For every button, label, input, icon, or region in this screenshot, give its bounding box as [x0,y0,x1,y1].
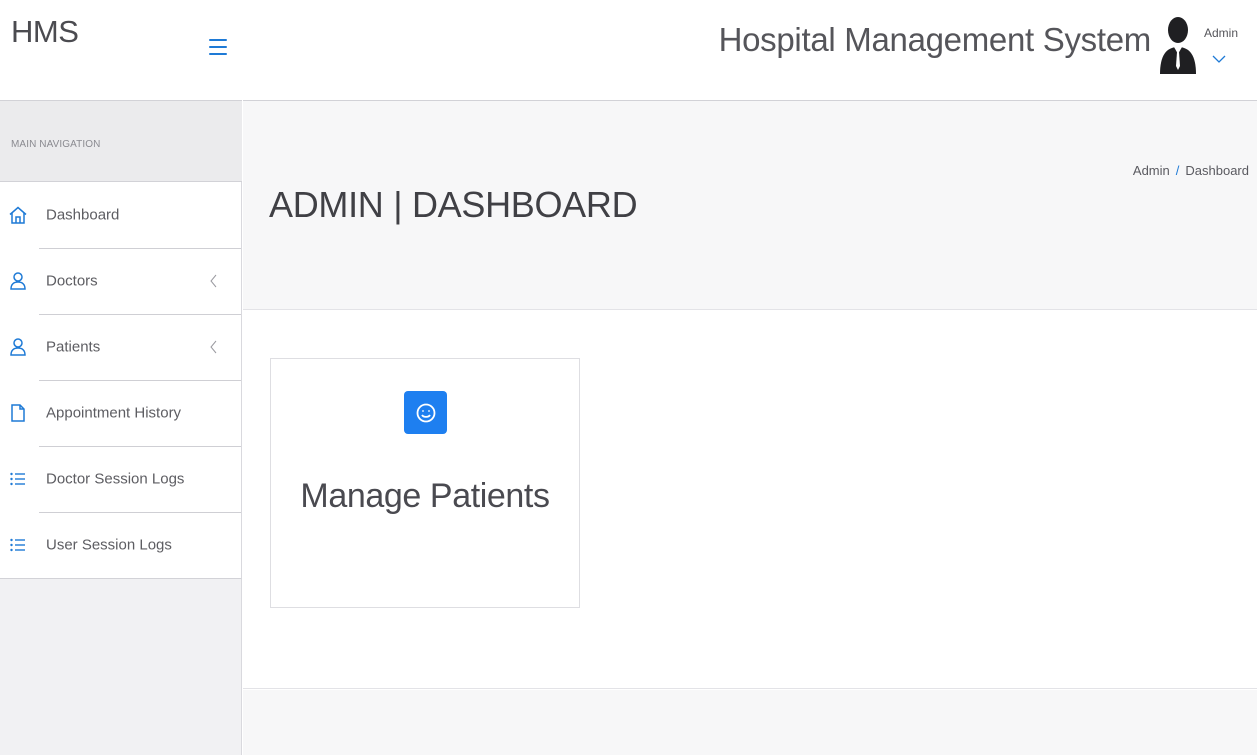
sidebar-item-label: Dashboard [46,206,120,224]
sidebar-item-label: Doctors [46,272,98,290]
sidebar-item-appointment-history[interactable]: Appointment History [0,380,241,446]
chevron-left-icon[interactable] [208,273,220,289]
breadcrumb-item-admin[interactable]: Admin [1133,163,1170,178]
nav-section-header-label: MAIN NAVIGATION [11,139,101,150]
sidebar-item-doctor-session-logs[interactable]: Doctor Session Logs [0,446,241,512]
sidebar-item-label: Patients [46,338,101,356]
brand-name[interactable]: HMS [11,14,79,50]
menu-toggle-icon[interactable] [208,37,228,57]
brand-bar: HMS [0,0,242,101]
sidebar-item-label: Appointment History [46,404,182,422]
user-icon [8,337,28,357]
chevron-down-icon[interactable] [1212,51,1226,63]
list-icon [8,535,28,555]
card-title: Manage Patients [300,477,550,515]
sidebar-item-dashboard[interactable]: Dashboard [0,182,241,248]
manage-patients-card[interactable]: Manage Patients [270,358,580,608]
user-name[interactable]: Admin [1204,26,1238,40]
chevron-left-icon[interactable] [208,339,220,355]
breadcrumb-item-dashboard: Dashboard [1185,163,1249,178]
sidebar-item-patients[interactable]: Patients [0,314,241,380]
home-icon [8,205,28,225]
sidebar-item-label: User Session Logs [46,536,172,554]
sidebar: HMS MAIN NAVIGATION Dashboard Doctors Pa… [0,0,242,755]
breadcrumb-separator: / [1175,163,1180,178]
app-root: HMS MAIN NAVIGATION Dashboard Doctors Pa… [0,0,1257,755]
smile-icon [404,391,447,434]
page-title: ADMIN | DASHBOARD [269,184,638,225]
page-footer [243,690,1257,755]
list-icon [8,469,28,489]
file-icon [8,403,28,423]
user-avatar-icon[interactable] [1156,16,1200,74]
sidebar-item-doctors[interactable]: Doctors [0,248,241,314]
sidebar-item-user-session-logs[interactable]: User Session Logs [0,512,241,578]
top-header: Hospital Management System Admin [243,0,1257,101]
page-title-band: ADMIN | DASHBOARD Admin / Dashboard [243,101,1257,310]
system-title: Hospital Management System [718,21,1152,58]
breadcrumb: Admin / Dashboard [1133,163,1249,178]
sidebar-item-label: Doctor Session Logs [46,470,185,488]
nav-section-header: MAIN NAVIGATION [0,101,242,182]
sidebar-nav: Dashboard Doctors Patients Appointment H… [0,182,242,579]
user-icon [8,271,28,291]
main-content: Manage Patients [243,311,1257,689]
